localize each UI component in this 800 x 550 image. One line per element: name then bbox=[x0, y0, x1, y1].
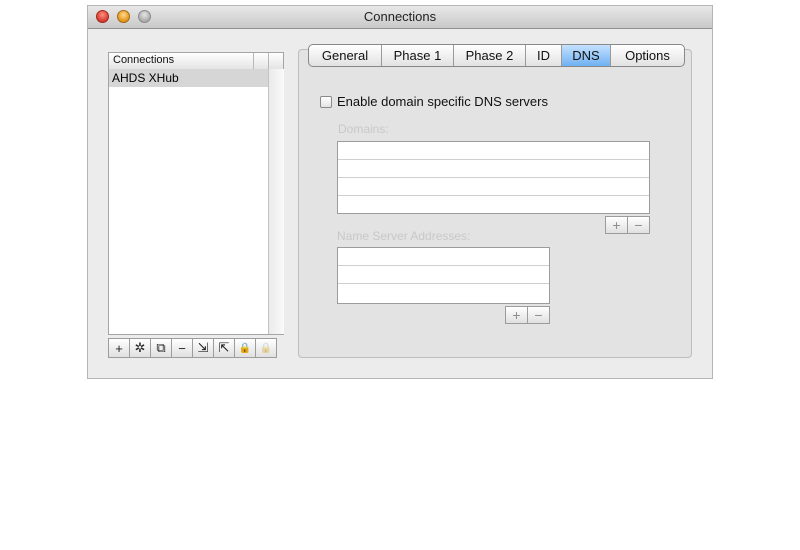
name-servers-label: Name Server Addresses: bbox=[337, 229, 471, 243]
header-divider bbox=[268, 53, 269, 69]
remove-icon: − bbox=[178, 340, 186, 356]
duplicate-button[interactable]: ⧉ bbox=[150, 338, 172, 358]
add-domain-button[interactable]: + bbox=[605, 216, 628, 234]
title-bar[interactable]: Connections bbox=[88, 6, 712, 29]
export-button[interactable]: ⇱ bbox=[213, 338, 235, 358]
enable-dns-label[interactable]: Enable domain specific DNS servers bbox=[337, 94, 548, 109]
list-scrollbar[interactable] bbox=[268, 69, 284, 334]
list-item-label: AHDS XHub bbox=[112, 71, 179, 85]
name-servers-add-remove: + − bbox=[505, 306, 550, 324]
domains-table[interactable] bbox=[337, 141, 650, 214]
import-icon: ⇲ bbox=[197, 340, 209, 355]
table-row[interactable] bbox=[338, 196, 649, 214]
add-icon: + bbox=[612, 217, 621, 233]
remove-connection-button[interactable]: − bbox=[171, 338, 193, 358]
tab-general[interactable]: General bbox=[309, 45, 381, 66]
connections-list[interactable]: Connections AHDS XHub bbox=[108, 52, 284, 335]
name-servers-table[interactable] bbox=[337, 247, 550, 304]
add-name-server-button[interactable]: + bbox=[505, 306, 528, 324]
connections-window: Connections Connections AHDS XHub + ✲ ⧉ … bbox=[88, 6, 712, 378]
import-button[interactable]: ⇲ bbox=[192, 338, 214, 358]
duplicate-icon: ⧉ bbox=[156, 340, 166, 355]
remove-icon: − bbox=[534, 307, 543, 323]
domains-label: Domains: bbox=[338, 122, 389, 136]
tab-dns[interactable]: DNS bbox=[561, 45, 610, 66]
lock-disabled-icon: 🔒 bbox=[259, 342, 273, 354]
list-toolbar: + ✲ ⧉ − ⇲ ⇱ 🔒 🔒 bbox=[108, 338, 277, 358]
lock-button[interactable]: 🔒 bbox=[234, 338, 256, 358]
enable-dns-checkbox[interactable] bbox=[320, 95, 332, 108]
add-icon: + bbox=[115, 340, 123, 356]
remove-icon: − bbox=[634, 217, 643, 233]
list-item-ahds-xhub[interactable]: AHDS XHub bbox=[109, 69, 268, 87]
table-row[interactable] bbox=[338, 284, 549, 302]
remove-domain-button[interactable]: − bbox=[627, 216, 650, 234]
header-divider bbox=[253, 53, 254, 69]
add-icon: + bbox=[512, 307, 521, 323]
tab-id[interactable]: ID bbox=[525, 45, 561, 66]
tab-phase-1[interactable]: Phase 1 bbox=[381, 45, 453, 66]
window-title: Connections bbox=[363, 9, 437, 24]
table-row[interactable] bbox=[338, 160, 649, 178]
tab-bar: General Phase 1 Phase 2 ID DNS Options bbox=[308, 44, 685, 67]
unlock-button: 🔒 bbox=[255, 338, 277, 358]
remove-name-server-button[interactable]: − bbox=[527, 306, 550, 324]
table-row[interactable] bbox=[338, 142, 649, 160]
wizard-icon: ✲ bbox=[134, 340, 146, 355]
tab-phase-2[interactable]: Phase 2 bbox=[453, 45, 525, 66]
table-row[interactable] bbox=[338, 178, 649, 196]
add-connection-button[interactable]: + bbox=[108, 338, 130, 358]
wizard-button[interactable]: ✲ bbox=[129, 338, 151, 358]
table-row[interactable] bbox=[338, 248, 549, 266]
lock-icon: 🔒 bbox=[238, 342, 252, 354]
table-row[interactable] bbox=[338, 266, 549, 284]
enable-dns-row: Enable domain specific DNS servers bbox=[320, 94, 548, 109]
list-header-label: Connections bbox=[113, 54, 175, 66]
tab-options[interactable]: Options bbox=[610, 45, 684, 66]
export-icon: ⇱ bbox=[218, 340, 230, 355]
list-header[interactable]: Connections bbox=[109, 53, 283, 70]
domains-add-remove: + − bbox=[605, 216, 650, 234]
